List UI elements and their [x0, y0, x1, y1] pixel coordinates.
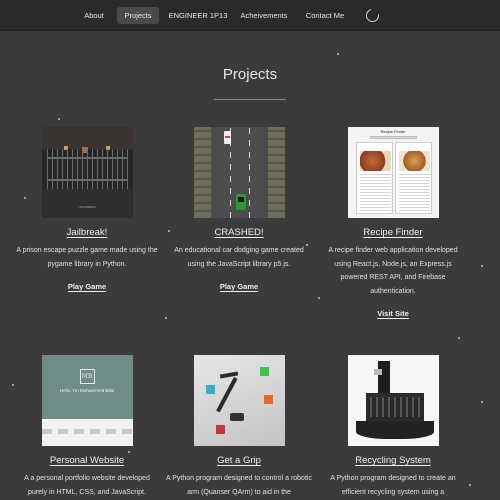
- thumb-caption: I.JAILBREAK: [78, 205, 96, 209]
- nav-engineer-1p13[interactable]: ENGINEER 1P13: [167, 7, 229, 24]
- thumb-header: Recipe Finder: [380, 129, 406, 134]
- crashed-thumbnail: [193, 127, 285, 218]
- project-description: A recipe finder web application develope…: [328, 247, 458, 295]
- project-card-crashed: CRASHED! An educational car dodging game…: [164, 127, 314, 294]
- moon-icon[interactable]: [366, 8, 379, 22]
- nav-contact-me[interactable]: Contact Me: [301, 7, 349, 24]
- project-card-personal-website: MB Hello, I'm Mohammed Bilal Personal We…: [12, 355, 162, 499]
- project-title-personal-website[interactable]: Personal Website: [12, 455, 162, 466]
- player-car-icon: [235, 194, 246, 210]
- project-title-crashed[interactable]: CRASHED!: [164, 227, 314, 238]
- project-card-recycling-system: Recycling System A Python program design…: [318, 355, 468, 499]
- get-a-grip-thumbnail: [193, 355, 285, 446]
- play-game-link[interactable]: Play Game: [68, 282, 106, 291]
- project-title-jailbreak[interactable]: Jailbreak!: [12, 227, 162, 238]
- project-title-get-a-grip[interactable]: Get a Grip: [164, 455, 314, 466]
- jailbreak-thumbnail: I.JAILBREAK: [41, 127, 133, 218]
- project-card-recipe-finder: Recipe Finder Recipe Finder A recipe fin…: [318, 127, 468, 321]
- site-hello-text: Hello, I'm Mohammed Bilal: [59, 388, 115, 393]
- play-game-link[interactable]: Play Game: [220, 282, 258, 291]
- title-divider: [214, 99, 286, 100]
- project-card-get-a-grip: Get a Grip A Python program designed to …: [164, 355, 314, 499]
- nav-achievements[interactable]: Acheivements: [237, 7, 291, 24]
- project-title-recipe-finder[interactable]: Recipe Finder: [318, 227, 468, 238]
- project-title-recycling-system[interactable]: Recycling System: [318, 455, 468, 466]
- nav-projects[interactable]: Projects: [117, 7, 159, 24]
- project-description: A prison escape puzzle game made using t…: [16, 247, 158, 268]
- recycling-system-thumbnail: [347, 355, 439, 446]
- project-description: A a personal portfolio website developed…: [24, 475, 150, 496]
- nav-about[interactable]: About: [79, 7, 109, 24]
- site-logo: MB: [79, 369, 95, 384]
- project-description: An educational car dodging game created …: [174, 247, 304, 268]
- recipe-finder-thumbnail: Recipe Finder: [347, 127, 439, 218]
- project-card-jailbreak: I.JAILBREAK Jailbreak! A prison escape p…: [12, 127, 162, 294]
- project-description: A Python program designed to control a r…: [166, 475, 312, 496]
- personal-website-thumbnail: MB Hello, I'm Mohammed Bilal: [41, 355, 133, 446]
- police-car-icon: [223, 131, 231, 144]
- visit-site-link[interactable]: Visit Site: [377, 309, 409, 318]
- top-navbar: About Projects ENGINEER 1P13 Acheivement…: [0, 0, 500, 31]
- project-description: A Python program designed to create an e…: [330, 475, 456, 496]
- page-title: Projects: [222, 66, 278, 83]
